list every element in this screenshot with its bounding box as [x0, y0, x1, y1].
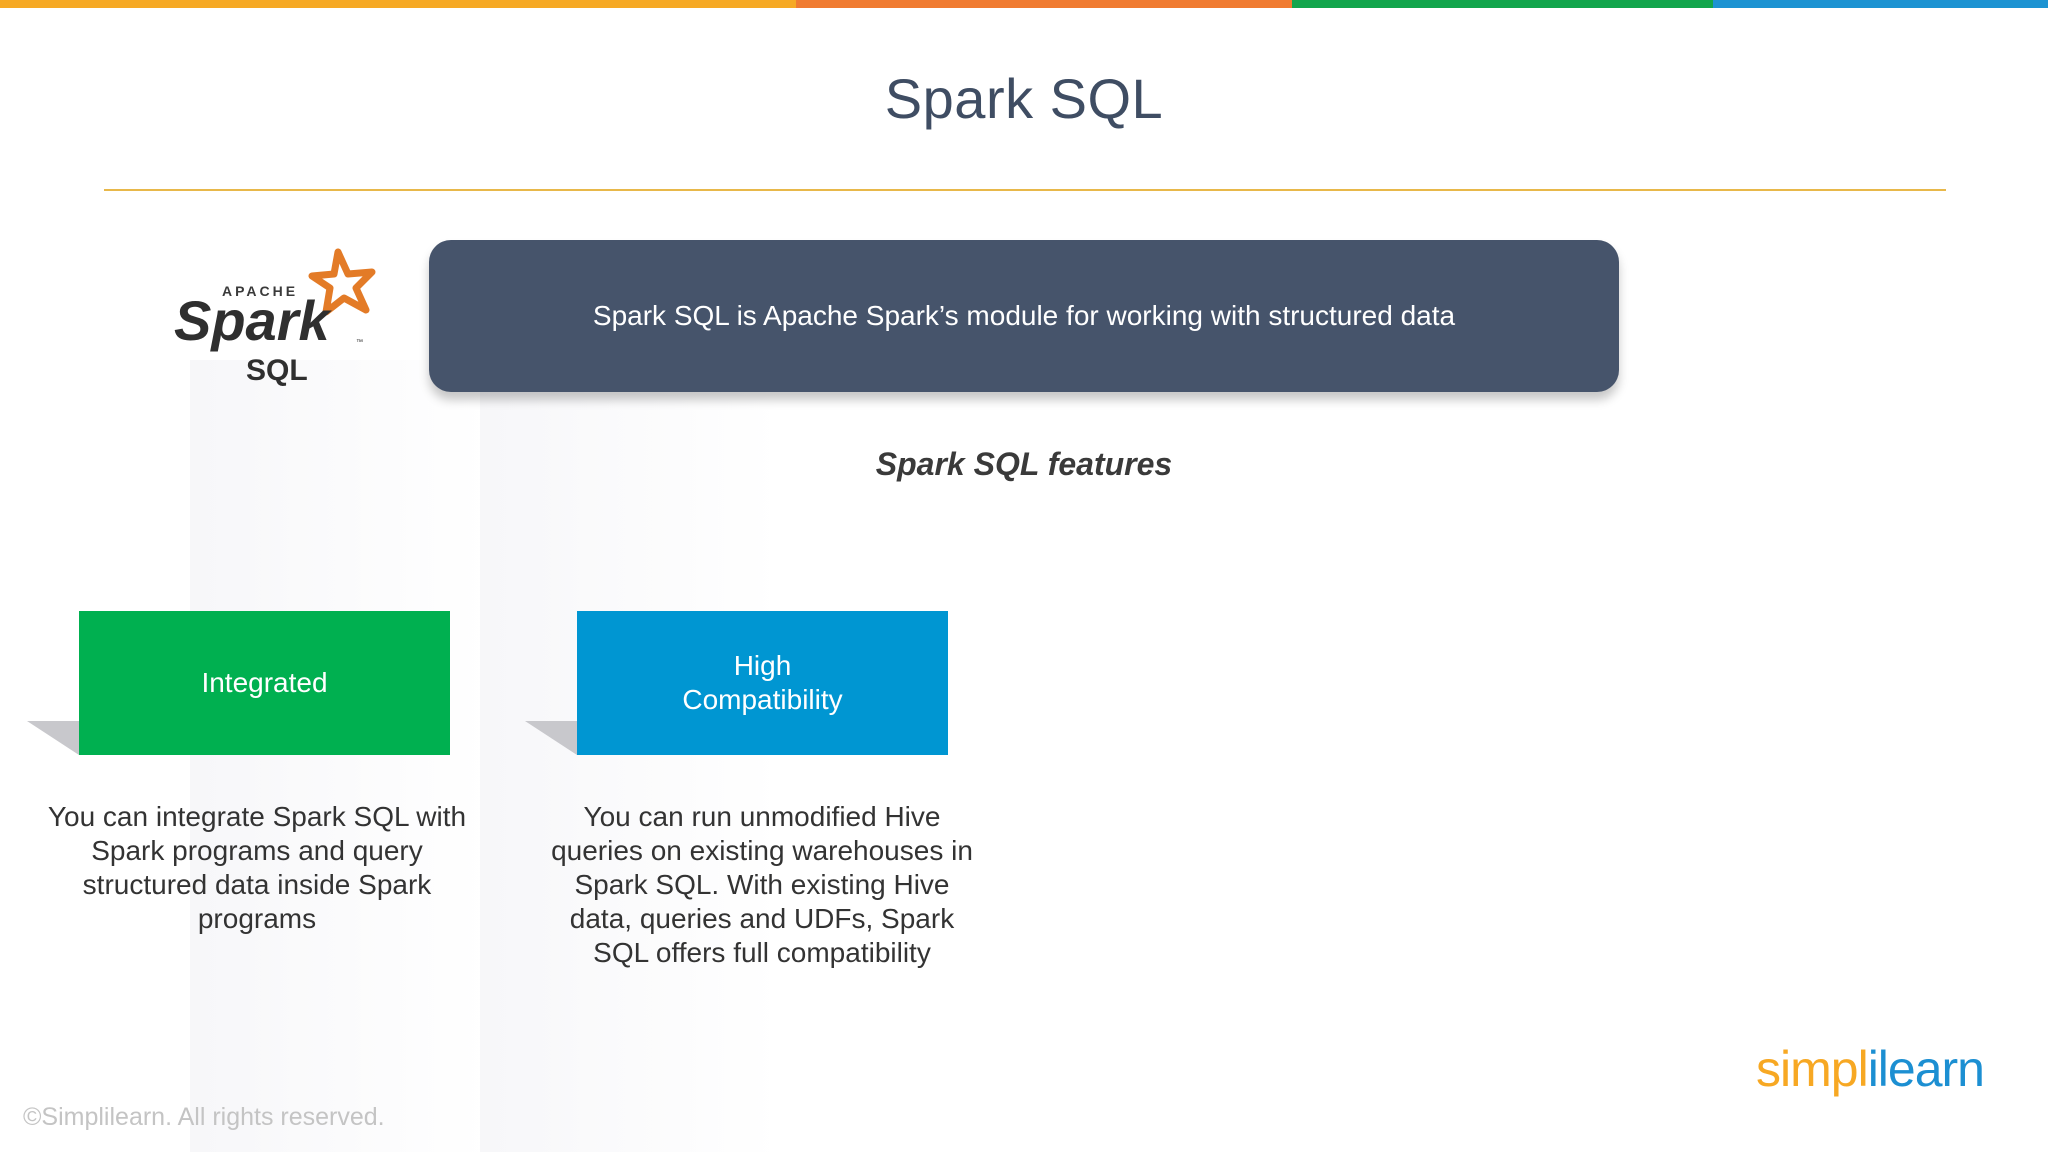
feature-card-high-compatibility: High Compatibility [577, 611, 948, 755]
definition-banner: Spark SQL is Apache Spark’s module for w… [429, 240, 1619, 392]
spark-logo-graphic: APACHE Spark ™ SQL [174, 248, 376, 387]
feature-card-label: High Compatibility [682, 650, 843, 715]
feature-description-high-compatibility: You can run unmodified Hive queries on e… [551, 801, 973, 968]
logo-sql-text: SQL [246, 354, 308, 387]
card-shadow-integrated [27, 721, 79, 755]
top-color-strip [0, 0, 2048, 8]
features-heading: Spark SQL features [875, 446, 1173, 482]
strip-segment-red-orange [796, 0, 1292, 8]
title-divider [104, 189, 1946, 191]
simplilearn-logo: simplilearn [1756, 1040, 1985, 1098]
apache-spark-sql-logo: APACHE Spark ™ SQL [170, 238, 390, 388]
page-title: Spark SQL [884, 67, 1164, 130]
card-shadow-high-compatibility [525, 721, 577, 755]
feature-description-integrated: You can integrate Spark SQL with Spark p… [47, 801, 467, 934]
logo-spark-text: Spark [174, 289, 332, 352]
logo-tm-text: ™ [356, 339, 363, 346]
brand-part-ilearn: ilearn [1867, 1041, 1985, 1097]
strip-segment-green [1292, 0, 1713, 8]
copyright-text: ©Simplilearn. All rights reserved. [23, 1103, 385, 1131]
banner-text: Spark SQL is Apache Spark’s module for w… [592, 300, 1456, 331]
feature-card-integrated: Integrated [79, 611, 450, 755]
feature-card-label: Integrated [201, 667, 328, 698]
strip-segment-blue [1713, 0, 2048, 8]
brand-part-simpl: simpl [1756, 1041, 1869, 1097]
strip-segment-orange [0, 0, 796, 8]
